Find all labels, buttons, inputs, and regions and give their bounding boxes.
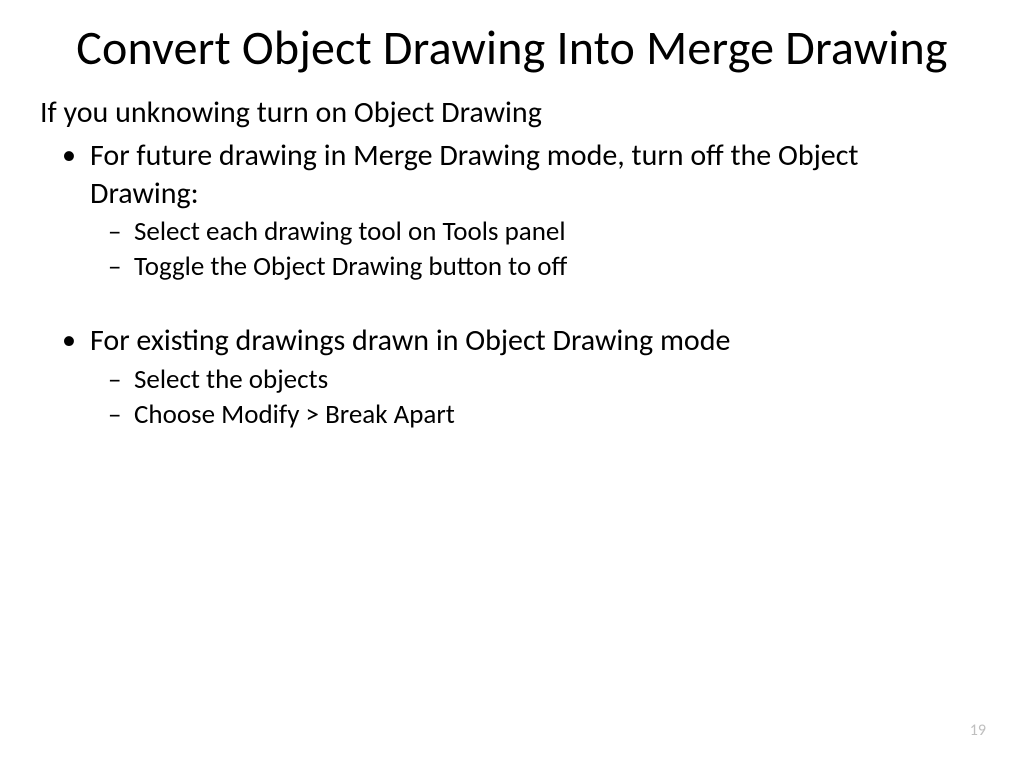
intro-text: If you unknowing turn on Object Drawing: [40, 95, 964, 131]
bullet-text: For future drawing in Merge Drawing mode…: [90, 137, 858, 212]
spacer: [60, 288, 964, 322]
bullet-list: For future drawing in Merge Drawing mode…: [60, 137, 964, 284]
bullet-text: For existing drawings drawn in Object Dr…: [90, 322, 730, 359]
sub-bullet-item: Toggle the Object Drawing button to off: [106, 249, 964, 284]
bullet-list: For existing drawings drawn in Object Dr…: [60, 322, 964, 432]
sub-bullet-item: Choose Modify > Break Apart: [106, 397, 964, 432]
sub-bullet-item: Select the objects: [106, 362, 964, 397]
page-number: 19: [970, 721, 986, 740]
slide-container: Convert Object Drawing Into Merge Drawin…: [0, 0, 1024, 768]
bullet-item: For existing drawings drawn in Object Dr…: [60, 322, 964, 432]
bullet-item: For future drawing in Merge Drawing mode…: [60, 137, 964, 284]
sub-bullet-list: Select the objects Choose Modify > Break…: [106, 362, 964, 432]
sub-bullet-list: Select each drawing tool on Tools panel …: [106, 214, 964, 284]
sub-bullet-item: Select each drawing tool on Tools panel: [106, 214, 964, 249]
slide-title: Convert Object Drawing Into Merge Drawin…: [60, 20, 964, 75]
